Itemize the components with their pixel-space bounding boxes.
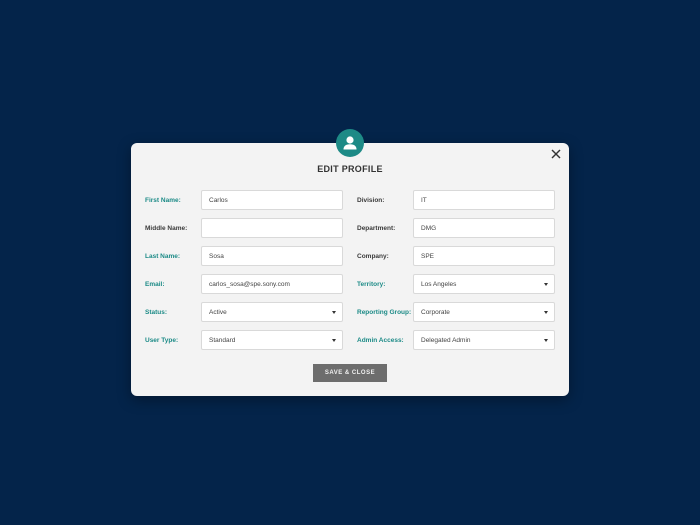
form-row-company: Company: SPE: [357, 246, 555, 266]
form-row-admin-access: Admin Access: Delegated Admin: [357, 330, 555, 350]
form-row-last-name: Last Name: Sosa: [145, 246, 343, 266]
admin-access-select[interactable]: Delegated Admin: [413, 330, 555, 350]
caret-down-icon: [544, 311, 548, 314]
caret-down-icon: [332, 311, 336, 314]
form-row-user-type: User Type: Standard: [145, 330, 343, 350]
reporting-group-label: Reporting Group:: [357, 308, 412, 316]
caret-down-icon: [544, 339, 548, 342]
company-value: SPE: [421, 252, 435, 260]
company-label: Company:: [357, 252, 389, 260]
dialog-title: EDIT PROFILE: [317, 164, 383, 174]
reporting-group-select[interactable]: Corporate: [413, 302, 555, 322]
reporting-group-value: Corporate: [421, 308, 450, 316]
form-row-territory: Territory: Los Angeles: [357, 274, 555, 294]
user-type-select[interactable]: Standard: [201, 330, 343, 350]
first-name-field[interactable]: Carlos: [201, 190, 343, 210]
email-value: carlos_sosa@spe.sony.com: [209, 280, 290, 288]
edit-profile-dialog: EDIT PROFILE First Name: Carlos Middle N…: [131, 143, 569, 396]
email-field[interactable]: carlos_sosa@spe.sony.com: [201, 274, 343, 294]
form-row-first-name: First Name: Carlos: [145, 190, 343, 210]
admin-access-label: Admin Access:: [357, 336, 404, 344]
email-label: Email:: [145, 280, 165, 288]
middle-name-field[interactable]: [201, 218, 343, 238]
form-row-division: Division: IT: [357, 190, 555, 210]
user-type-value: Standard: [209, 336, 236, 344]
caret-down-icon: [332, 339, 336, 342]
territory-select[interactable]: Los Angeles: [413, 274, 555, 294]
department-field[interactable]: DMG: [413, 218, 555, 238]
admin-access-value: Delegated Admin: [421, 336, 471, 344]
last-name-field[interactable]: Sosa: [201, 246, 343, 266]
division-value: IT: [421, 196, 427, 204]
department-label: Department:: [357, 224, 396, 232]
first-name-value: Carlos: [209, 196, 228, 204]
division-field[interactable]: IT: [413, 190, 555, 210]
form-row-email: Email: carlos_sosa@spe.sony.com: [145, 274, 343, 294]
status-label: Status:: [145, 308, 168, 316]
close-icon[interactable]: [549, 147, 563, 161]
first-name-label: First Name:: [145, 196, 181, 204]
status-select[interactable]: Active: [201, 302, 343, 322]
form-row-status: Status: Active: [145, 302, 343, 322]
division-label: Division:: [357, 196, 385, 204]
last-name-value: Sosa: [209, 252, 224, 260]
form-row-department: Department: DMG: [357, 218, 555, 238]
user-avatar-icon: [336, 129, 364, 157]
caret-down-icon: [544, 283, 548, 286]
territory-label: Territory:: [357, 280, 386, 288]
department-value: DMG: [421, 224, 437, 232]
status-value: Active: [209, 308, 227, 316]
last-name-label: Last Name:: [145, 252, 181, 260]
company-field[interactable]: SPE: [413, 246, 555, 266]
form-row-reporting-group: Reporting Group: Corporate: [357, 302, 555, 322]
user-type-label: User Type:: [145, 336, 179, 344]
middle-name-label: Middle Name:: [145, 224, 188, 232]
form-row-middle-name: Middle Name:: [145, 218, 343, 238]
territory-value: Los Angeles: [421, 280, 457, 288]
save-close-button[interactable]: SAVE & CLOSE: [313, 364, 387, 382]
